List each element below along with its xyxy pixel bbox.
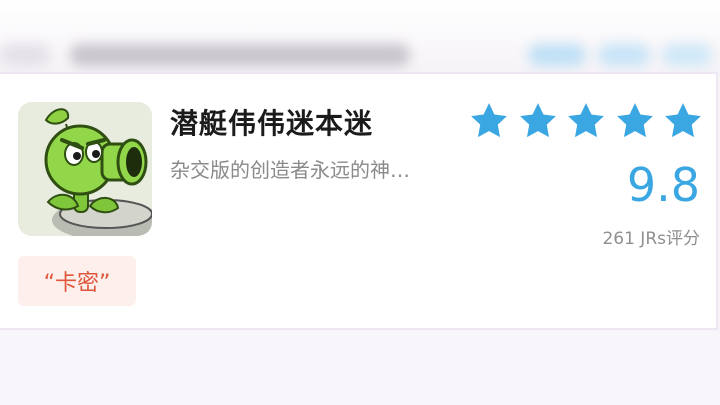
peashooter-avatar-icon[interactable]: [18, 102, 152, 236]
star-icon: [568, 103, 604, 138]
card-title: 潜艇伟伟迷本迷: [170, 107, 374, 140]
rating-count: 261 JRs评分: [602, 229, 700, 249]
blurred-header-button: [528, 44, 586, 66]
blurred-header-title: [70, 44, 410, 66]
tag-badge[interactable]: “卡密”: [18, 256, 136, 306]
rating-card[interactable]: 潜艇伟伟迷本迷 杂交版的创造者永远的神… 9.8 261 JRs评分 “卡密”: [0, 72, 718, 330]
star-icon: [471, 103, 507, 138]
rating-score: 9.8: [626, 158, 700, 212]
star-icon: [665, 103, 701, 138]
header-background: [0, 0, 720, 72]
star-icon: [519, 103, 556, 138]
page-background: [0, 330, 720, 405]
card-subtitle: 杂交版的创造者永远的神…: [170, 158, 410, 182]
star-icon: [616, 103, 653, 138]
blurred-header-button: [662, 44, 712, 66]
blurred-header-button: [598, 44, 650, 66]
blurred-header-element: [0, 44, 50, 66]
star-rating: [468, 100, 704, 144]
